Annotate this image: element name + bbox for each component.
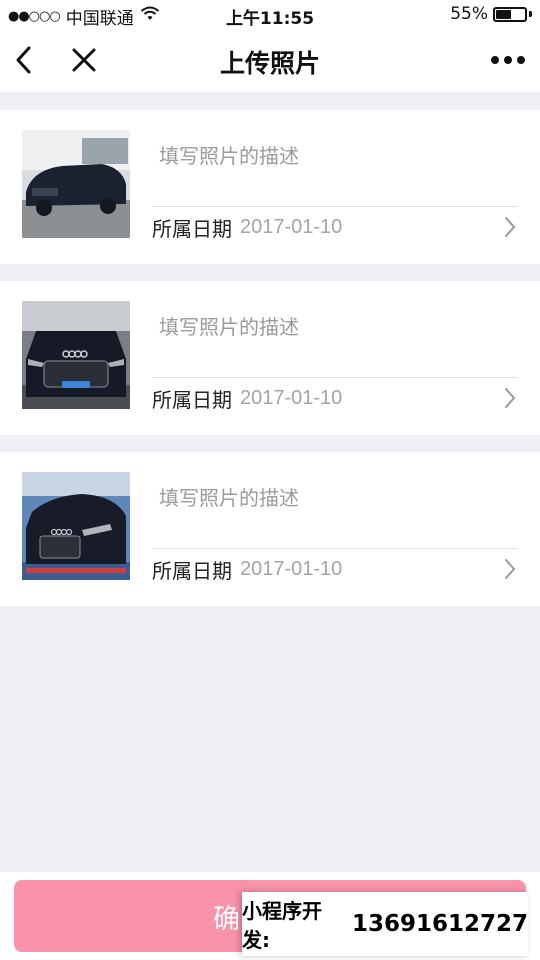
chevron-right-icon — [504, 216, 518, 238]
photo-thumbnail[interactable] — [22, 472, 130, 580]
battery-level — [496, 9, 511, 19]
row-divider — [152, 206, 518, 207]
status-bar: ●●○○○ 中国联通 上午11:55 55% — [0, 0, 540, 30]
date-value: 2017-01-10 — [240, 386, 343, 409]
photo-description-input[interactable] — [152, 478, 512, 518]
status-right: 55% — [450, 4, 532, 24]
photo-thumbnail[interactable] — [22, 301, 130, 409]
row-divider — [152, 548, 518, 549]
date-row[interactable]: 所属日期 2017-01-10 — [152, 381, 518, 415]
page-title: 上传照片 — [219, 49, 320, 78]
photo-card: 所属日期 2017-01-10 — [0, 281, 540, 435]
battery-icon — [493, 6, 527, 22]
more-dots-icon — [491, 56, 525, 64]
photo-description-input[interactable] — [152, 307, 512, 347]
date-value: 2017-01-10 — [240, 215, 343, 238]
date-value: 2017-01-10 — [240, 557, 343, 580]
promo-label: 小程序开发: — [242, 899, 322, 952]
photo-card: 所属日期 2017-01-10 — [0, 452, 540, 606]
battery-percent: 55% — [450, 4, 488, 24]
chevron-right-icon — [504, 387, 518, 409]
promo-phone: 13691612727 — [351, 911, 528, 937]
car-photo — [22, 301, 130, 409]
date-label: 所属日期 — [152, 216, 232, 241]
photo-description-input[interactable] — [152, 136, 512, 176]
date-label: 所属日期 — [152, 558, 232, 583]
battery-tip — [529, 11, 532, 17]
car-photo — [22, 130, 130, 238]
photo-thumbnail[interactable] — [22, 130, 130, 238]
car-photo — [22, 472, 130, 580]
chevron-right-icon — [504, 558, 518, 580]
promo-overlay: 小程序开发: 13691612727 — [242, 892, 528, 956]
photo-card: 所属日期 2017-01-10 — [0, 110, 540, 264]
nav-bar: 上传照片 — [0, 30, 540, 92]
more-button[interactable] — [488, 42, 528, 78]
date-label: 所属日期 — [152, 387, 232, 412]
row-divider — [152, 377, 518, 378]
date-row[interactable]: 所属日期 2017-01-10 — [152, 552, 518, 586]
date-row[interactable]: 所属日期 2017-01-10 — [152, 210, 518, 244]
